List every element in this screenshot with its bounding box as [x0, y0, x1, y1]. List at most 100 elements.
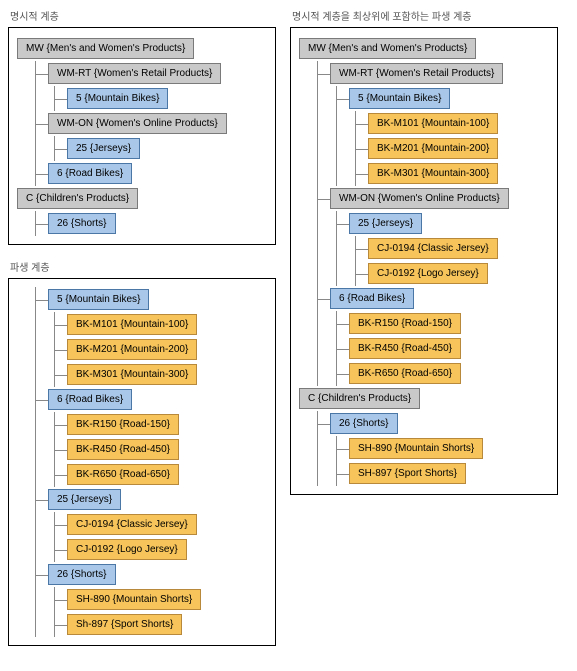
hierarchy-node-box: SH-890 {Mountain Shorts}: [67, 589, 201, 610]
node-label: Logo Jersey: [421, 268, 475, 279]
node-label: Mountain-300: [124, 369, 185, 380]
hierarchy-node-box: 25 {Jerseys}: [48, 489, 121, 510]
panel-title-derived: 파생 계층: [10, 259, 276, 274]
node-code: WM-RT: [339, 68, 373, 79]
node-label: Road Bikes: [69, 168, 120, 179]
tree-node: BK-R650 {Road-650}: [337, 361, 549, 386]
node-code: 5: [57, 294, 63, 305]
node-label: Mountain Bikes: [370, 93, 438, 104]
tree-node: 26 {Shorts}: [36, 562, 267, 587]
node-label: Children's Products: [39, 193, 125, 204]
node-label: Mountain Bikes: [88, 93, 156, 104]
node-label: Women's Online Products: [99, 118, 214, 129]
tree-node: WM-ON {Women's Online Products}: [36, 111, 267, 136]
node-code: MW: [308, 43, 326, 54]
hierarchy-node-box: BK-R650 {Road-650}: [67, 464, 179, 485]
node-code: BK-M301: [377, 168, 419, 179]
node-code: MW: [26, 43, 44, 54]
tree-node: SH-890 {Mountain Shorts}: [55, 587, 267, 612]
node-label: Road-650: [123, 469, 167, 480]
node-code: 25: [76, 143, 87, 154]
tree-node: 25 {Jerseys}: [36, 487, 267, 512]
hierarchy-node-box: BK-M201 {Mountain-200}: [67, 339, 197, 360]
hierarchy-node-box: 5 {Mountain Bikes}: [349, 88, 450, 109]
panel-title-combined: 명시적 계층을 최상위에 포함하는 파생 계층: [292, 8, 558, 23]
node-code: Sh-897: [76, 619, 108, 630]
node-label: Shorts: [74, 218, 103, 229]
hierarchy-node-box: 26 {Shorts}: [48, 213, 116, 234]
tree-node: BK-M101 {Mountain-100}: [55, 312, 267, 337]
node-code: 25: [57, 494, 68, 505]
hierarchy-node-box: WM-RT {Women's Retail Products}: [330, 63, 503, 84]
node-label: Men's and Women's Products: [332, 43, 464, 54]
panel-title-explicit: 명시적 계층: [10, 8, 276, 23]
node-code: 6: [57, 168, 63, 179]
tree-node: CJ-0194 {Classic Jersey}: [55, 512, 267, 537]
tree-node: CJ-0192 {Logo Jersey}: [356, 261, 549, 286]
hierarchy-node-box: SH-897 {Sport Shorts}: [349, 463, 466, 484]
tree-node: 6 {Road Bikes}: [36, 161, 267, 186]
tree-node: C {Children's Products}: [299, 386, 549, 411]
node-label: Shorts: [356, 418, 385, 429]
node-code: BK-R450: [76, 444, 117, 455]
hierarchy-node-box: BK-R150 {Road-150}: [67, 414, 179, 435]
node-code: WM-RT: [57, 68, 91, 79]
node-code: BK-R450: [358, 343, 399, 354]
hierarchy-node-box: MW {Men's and Women's Products}: [17, 38, 194, 59]
node-code: CJ-0194: [76, 519, 114, 530]
node-label: Women's Retail Products: [379, 68, 491, 79]
node-label: Women's Retail Products: [97, 68, 209, 79]
tree-node: SH-890 {Mountain Shorts}: [337, 436, 549, 461]
node-code: BK-M201: [76, 344, 118, 355]
node-code: 6: [339, 293, 345, 304]
node-code: BK-M101: [76, 319, 118, 330]
tree-node: MW {Men's and Women's Products}: [299, 36, 549, 61]
node-label: Jerseys: [74, 494, 108, 505]
node-code: CJ-0192: [377, 268, 415, 279]
node-label: Mountain Bikes: [69, 294, 137, 305]
hierarchy-node-box: WM-RT {Women's Retail Products}: [48, 63, 221, 84]
tree-combined: MW {Men's and Women's Products}WM-RT {Wo…: [299, 36, 549, 486]
tree-node: 6 {Road Bikes}: [36, 387, 267, 412]
panel-explicit-hierarchy: MW {Men's and Women's Products} WM-RT {Wo…: [8, 27, 276, 245]
node-code: SH-897: [358, 468, 392, 479]
tree-node: BK-R450 {Road-450}: [55, 437, 267, 462]
hierarchy-node-box: 6 {Road Bikes}: [48, 163, 132, 184]
node-label: Mountain-200: [124, 344, 185, 355]
hierarchy-node-box: BK-R150 {Road-150}: [349, 313, 461, 334]
hierarchy-node-box: CJ-0194 {Classic Jersey}: [368, 238, 498, 259]
hierarchy-node-box: CJ-0194 {Classic Jersey}: [67, 514, 197, 535]
hierarchy-node-box: 6 {Road Bikes}: [330, 288, 414, 309]
tree-node: BK-M101 {Mountain-100}: [356, 111, 549, 136]
hierarchy-node-box: BK-R650 {Road-650}: [349, 363, 461, 384]
node-code: BK-R650: [358, 368, 399, 379]
node-label: Mountain-200: [425, 143, 486, 154]
node-label: Road-150: [123, 419, 167, 430]
tree-node: WM-RT {Women's Retail Products}: [36, 61, 267, 86]
hierarchy-node-box: 26 {Shorts}: [48, 564, 116, 585]
hierarchy-node-box: Sh-897 {Sport Shorts}: [67, 614, 182, 635]
node-code: 26: [57, 218, 68, 229]
hierarchy-node-box: 25 {Jerseys}: [67, 138, 140, 159]
tree-derived: 5 {Mountain Bikes}BK-M101 {Mountain-100}…: [17, 287, 267, 637]
node-label: Classic Jersey: [120, 519, 184, 530]
tree-node: CJ-0194 {Classic Jersey}: [356, 236, 549, 261]
tree-explicit: MW {Men's and Women's Products} WM-RT {Wo…: [17, 36, 267, 236]
node-code: WM-ON: [339, 193, 375, 204]
node-label: Jerseys: [93, 143, 127, 154]
node-code: BK-R650: [76, 469, 117, 480]
node-label: Mountain Shorts: [116, 594, 189, 605]
tree-node: 26 {Shorts}: [36, 211, 267, 236]
hierarchy-node-box: 26 {Shorts}: [330, 413, 398, 434]
hierarchy-node-box: BK-M101 {Mountain-100}: [368, 113, 498, 134]
panel-combined-hierarchy: MW {Men's and Women's Products}WM-RT {Wo…: [290, 27, 558, 495]
tree-node: SH-897 {Sport Shorts}: [337, 461, 549, 486]
tree-node: BK-R650 {Road-650}: [55, 462, 267, 487]
hierarchy-node-box: BK-R450 {Road-450}: [349, 338, 461, 359]
node-label: Mountain Shorts: [398, 443, 471, 454]
node-label: Classic Jersey: [421, 243, 485, 254]
hierarchy-node-box: CJ-0192 {Logo Jersey}: [368, 263, 488, 284]
node-code: 5: [358, 93, 364, 104]
tree-node: CJ-0192 {Logo Jersey}: [55, 537, 267, 562]
node-label: Road-150: [405, 318, 449, 329]
